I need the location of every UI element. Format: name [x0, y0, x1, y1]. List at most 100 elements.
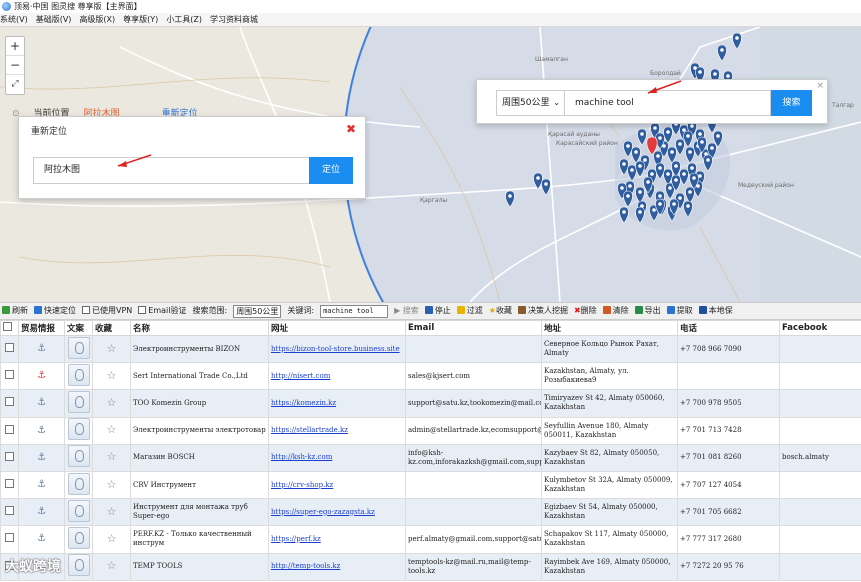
copywriting-icon[interactable]: [67, 390, 90, 413]
table-row[interactable]: ⚓ ☆ PERF.KZ - Только качественный инструм h…: [0, 525, 861, 554]
row-select-cell[interactable]: [0, 525, 19, 554]
clear-button[interactable]: 清除: [602, 303, 629, 319]
star-icon[interactable]: ☆: [107, 369, 117, 382]
table-row[interactable]: ⚓ ☆ ТОО Komezin Group https://komezin.kz sup…: [0, 389, 861, 418]
table-row[interactable]: ⚓ ☆ Электроинструменты BIZON https://bizon-…: [0, 334, 861, 364]
star-icon[interactable]: ☆: [107, 423, 117, 436]
relocate-close-icon[interactable]: ✖: [346, 122, 356, 136]
row-select-cell[interactable]: [0, 470, 19, 500]
anchor-icon[interactable]: ⚓: [37, 452, 46, 463]
relocate-button[interactable]: 定位: [309, 157, 353, 184]
url-link[interactable]: https://bizon-tool-store.business.site: [271, 345, 400, 353]
url-link[interactable]: https://stellartrade.kz: [271, 426, 348, 434]
anchor-icon[interactable]: ⚓: [37, 506, 46, 517]
copywriting-icon[interactable]: [67, 526, 90, 549]
url-link[interactable]: https://komezin.kz: [271, 399, 336, 407]
menu-learning-store[interactable]: 学习资料商城: [210, 13, 258, 26]
fullscreen-button[interactable]: ⤢: [6, 75, 24, 94]
star-icon[interactable]: ☆: [107, 532, 117, 545]
trade-intel-cell[interactable]: ⚓: [18, 443, 65, 472]
url-link[interactable]: https://perf.kz: [271, 535, 321, 543]
url-cell[interactable]: https://komezin.kz: [268, 389, 406, 418]
menu-system[interactable]: 系统(V): [0, 13, 28, 26]
trade-intel-cell[interactable]: ⚓: [18, 498, 65, 527]
anchor-icon[interactable]: ⚓: [37, 343, 46, 354]
header-name[interactable]: 名称: [130, 320, 269, 336]
favorite-cell[interactable]: ☆: [92, 334, 131, 364]
copywriting-icon[interactable]: [67, 363, 90, 386]
decision-maker-button[interactable]: 决策人挖掘: [517, 303, 568, 319]
row-checkbox[interactable]: [5, 451, 14, 461]
zoom-out-button[interactable]: −: [6, 56, 24, 75]
favorite-cell[interactable]: ☆: [92, 552, 131, 581]
menu-premium[interactable]: 尊享版(Y): [123, 13, 158, 26]
url-link[interactable]: http://ksh-kz.com: [271, 453, 332, 461]
row-checkbox[interactable]: [5, 343, 14, 353]
copy-cell[interactable]: [64, 443, 93, 472]
relocate-input[interactable]: 阿拉木图: [33, 157, 309, 184]
trade-intel-cell[interactable]: ⚓: [18, 362, 65, 391]
star-icon[interactable]: ☆: [107, 559, 117, 572]
trade-intel-cell[interactable]: ⚓: [18, 470, 65, 500]
favorite-cell[interactable]: ☆: [92, 443, 131, 472]
url-cell[interactable]: https://bizon-tool-store.business.site: [268, 334, 406, 364]
range-select[interactable]: 周围50公里 ⌄: [496, 90, 565, 116]
row-checkbox[interactable]: [5, 370, 14, 380]
row-select-cell[interactable]: [0, 443, 19, 472]
filter-button[interactable]: 过滤: [456, 303, 483, 319]
quick-locate-button[interactable]: 快速定位: [34, 303, 76, 319]
header-trade-intel[interactable]: 贸易情报: [18, 320, 65, 336]
refresh-button[interactable]: 刷新: [2, 303, 28, 319]
url-cell[interactable]: http://crv-shop.kz: [268, 470, 406, 500]
favorite-cell[interactable]: ☆: [92, 416, 131, 445]
row-select-cell[interactable]: [0, 362, 19, 391]
url-cell[interactable]: https://stellartrade.kz: [268, 416, 406, 445]
row-select-cell[interactable]: [0, 334, 19, 364]
trade-intel-cell[interactable]: ⚓: [18, 525, 65, 554]
star-icon[interactable]: ☆: [107, 450, 117, 463]
row-checkbox[interactable]: [5, 506, 14, 516]
favorite-button[interactable]: ★收藏: [489, 303, 512, 319]
table-row[interactable]: ⚓ ☆ Магазин BOSCH http://ksh-kz.com info@ksh…: [0, 443, 861, 472]
copy-cell[interactable]: [64, 416, 93, 445]
stop-button[interactable]: 停止: [424, 303, 451, 319]
row-checkbox[interactable]: [5, 479, 14, 489]
search-button[interactable]: ▶ 搜索: [394, 303, 419, 319]
url-cell[interactable]: https://perf.kz: [268, 525, 406, 554]
extract-button[interactable]: 提取: [666, 303, 693, 319]
header-phone[interactable]: 电话: [677, 320, 780, 336]
toolbar-keyword-input[interactable]: machine tool: [320, 304, 389, 318]
copy-cell[interactable]: [64, 334, 93, 364]
row-select-cell[interactable]: [0, 498, 19, 527]
search-panel-close-icon[interactable]: ×: [816, 81, 824, 91]
url-cell[interactable]: http://temp-tools.kz: [268, 552, 406, 581]
url-cell[interactable]: https://super-ego-zazagsta.kz: [268, 498, 406, 527]
url-cell[interactable]: http://ksh-kz.com: [268, 443, 406, 472]
toolbar-range-select[interactable]: 周围50公里: [233, 304, 282, 318]
copy-cell[interactable]: [64, 498, 93, 527]
star-icon[interactable]: ☆: [107, 478, 117, 491]
trade-intel-cell[interactable]: ⚓: [18, 416, 65, 445]
favorite-cell[interactable]: ☆: [92, 389, 131, 418]
favorite-cell[interactable]: ☆: [92, 525, 131, 554]
url-cell[interactable]: http://nisert.com: [268, 362, 406, 391]
row-checkbox[interactable]: [5, 424, 14, 434]
url-link[interactable]: https://super-ego-zazagsta.kz: [271, 508, 375, 516]
export-button[interactable]: 导出: [634, 303, 661, 319]
copy-cell[interactable]: [64, 525, 93, 554]
copy-cell[interactable]: [64, 362, 93, 391]
copy-cell[interactable]: [64, 389, 93, 418]
header-copy[interactable]: 文案: [64, 320, 93, 336]
copywriting-icon[interactable]: [67, 499, 90, 522]
copywriting-icon[interactable]: [67, 445, 90, 468]
header-select[interactable]: [0, 320, 19, 336]
copywriting-icon[interactable]: [67, 472, 90, 495]
anchor-icon[interactable]: ⚓: [37, 370, 46, 381]
header-facebook[interactable]: Facebook: [779, 320, 861, 336]
save-local-button[interactable]: 本地保: [698, 303, 733, 319]
favorite-cell[interactable]: ☆: [92, 498, 131, 527]
favorite-cell[interactable]: ☆: [92, 470, 131, 500]
table-row[interactable]: ⚓ ☆ CRV Инструмент http://crv-shop.kz Kulymb…: [0, 470, 861, 500]
row-select-cell[interactable]: [0, 416, 19, 445]
header-email[interactable]: Email: [405, 320, 542, 336]
